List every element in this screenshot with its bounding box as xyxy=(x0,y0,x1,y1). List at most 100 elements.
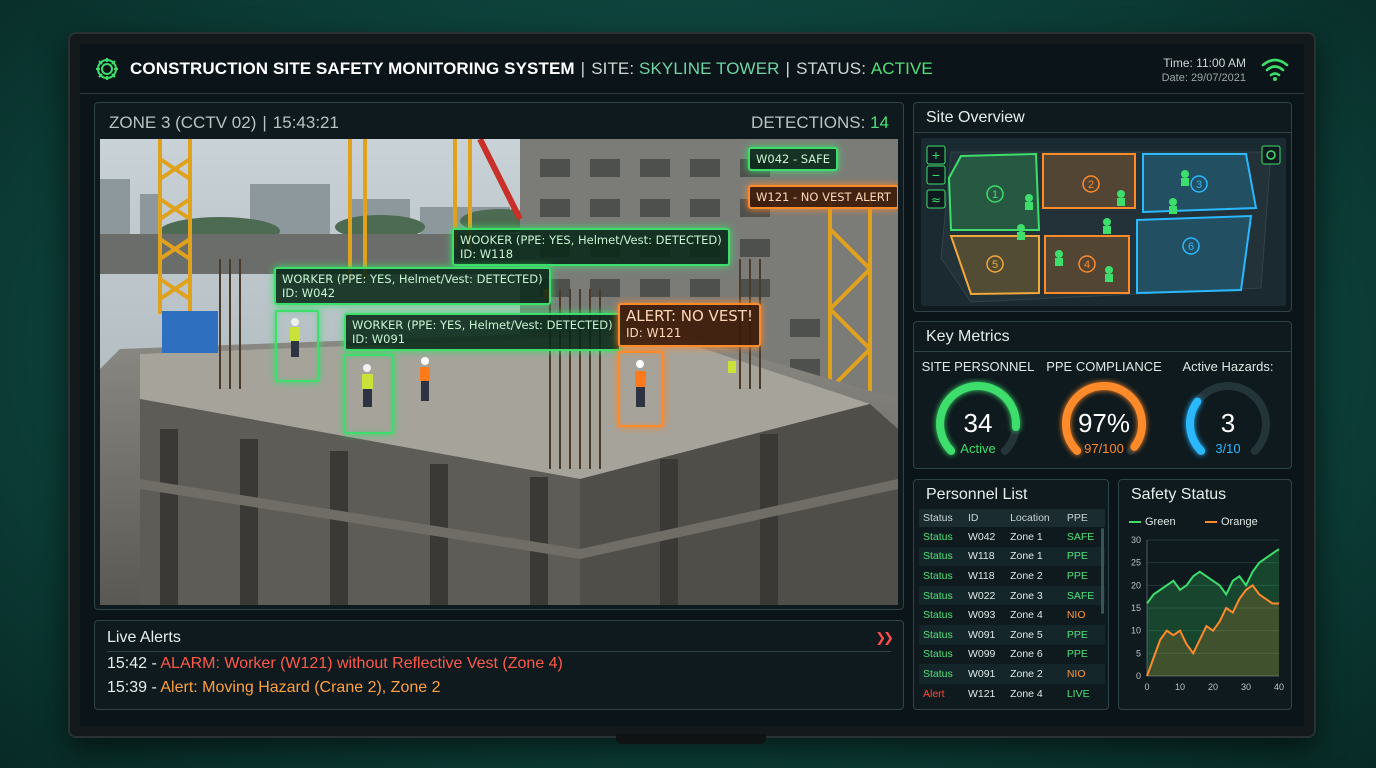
header-bar: CONSTRUCTION SITE SAFETY MONITORING SYST… xyxy=(80,44,1304,94)
y-tick-label: 15 xyxy=(1131,603,1141,613)
table-row[interactable]: Status W091 Zone 5 PPE xyxy=(919,624,1105,645)
table-cell: W099 xyxy=(967,648,996,661)
column-header[interactable]: Status xyxy=(919,509,964,527)
y-tick-label: 10 xyxy=(1131,626,1141,636)
table-cell: Status xyxy=(919,664,964,684)
cctv-feed[interactable]: W042 - SAFE W121 - NO VEST ALERT WOOKER … xyxy=(100,139,898,605)
detections-count: DETECTIONS: 14 xyxy=(751,113,889,133)
tag-w091[interactable]: WORKER (PPE: YES, Helmet/Vest: DETECTED)… xyxy=(344,313,621,351)
site-map[interactable]: 1 2 3 4 5 6 + − ≈ xyxy=(921,138,1286,306)
table-cell: Zone 2 xyxy=(1006,664,1063,684)
legend-orange: Orange xyxy=(1205,516,1258,528)
table-cell: W121 xyxy=(967,687,996,700)
x-tick-label: 40 xyxy=(1274,682,1284,692)
detection-box-w121[interactable] xyxy=(618,351,664,427)
table-cell: Zone 5 xyxy=(1006,624,1063,645)
x-tick-label: 30 xyxy=(1241,682,1251,692)
column-header[interactable]: PPE xyxy=(1062,509,1105,527)
tag-w042-safe[interactable]: W042 - SAFE xyxy=(748,147,839,171)
table-cell: W118 xyxy=(963,546,1007,567)
zone-6[interactable] xyxy=(1136,214,1253,295)
x-tick-label: 0 xyxy=(1144,682,1149,692)
hazards-label: Active Hazards: xyxy=(1182,359,1274,374)
tag-w118[interactable]: WOOKER (PPE: YES, Helmet/Vest: DETECTED)… xyxy=(452,228,730,266)
alert-text: ALARM: Worker (W121) without Reflective … xyxy=(160,655,563,672)
y-tick-label: 30 xyxy=(1131,535,1141,545)
detections-label: DETECTIONS: xyxy=(751,113,866,132)
table-cell: SAFE xyxy=(1066,530,1095,543)
detection-box-w091[interactable] xyxy=(344,354,394,434)
y-tick-label: 5 xyxy=(1136,648,1141,658)
table-row[interactable]: Status W022 Zone 3 SAFE xyxy=(919,585,1105,606)
clock-date: Date: 29/07/2021 xyxy=(1161,72,1246,84)
table-row[interactable]: Status W099 Zone 6 PPE xyxy=(919,645,1105,665)
table-cell: Status xyxy=(923,609,953,622)
personnel-list-title: Personnel List xyxy=(926,486,1028,503)
camera-zone: ZONE 3 (CCTV 02) xyxy=(109,113,257,132)
zone-5-label: 5 xyxy=(992,259,998,271)
table-cell: PPE xyxy=(1062,546,1105,567)
key-metrics-title: Key Metrics xyxy=(926,328,1010,345)
tag-w042-line1: WORKER (PPE: YES, Helmet/Vest: DETECTED) xyxy=(282,272,543,286)
ppe-sub: 97/100 xyxy=(1084,441,1124,456)
zone-1-label: 1 xyxy=(992,189,998,201)
site-overview-title: Site Overview xyxy=(926,109,1025,126)
table-cell: Alert xyxy=(923,687,945,700)
zone-2-label: 2 xyxy=(1088,179,1094,191)
table-row[interactable]: Status W093 Zone 4 NIO xyxy=(919,605,1105,625)
site-label: SITE: xyxy=(591,59,635,78)
scrollbar[interactable] xyxy=(1101,528,1104,614)
y-tick-label: 25 xyxy=(1131,558,1141,568)
gear-icon[interactable] xyxy=(94,56,120,82)
table-row[interactable]: Alert W121 Zone 4 LIVE xyxy=(919,684,1105,704)
legend-orange-label: Orange xyxy=(1221,516,1258,528)
zone-3-label: 3 xyxy=(1196,179,1202,191)
status-label: STATUS: xyxy=(796,59,867,78)
map-settings-button[interactable] xyxy=(1261,145,1281,165)
table-cell: Status xyxy=(919,546,964,567)
table-row[interactable]: Status W118 Zone 1 PPE xyxy=(919,546,1105,567)
alert-text: Alert: Moving Hazard (Crane 2), Zone 2 xyxy=(160,679,441,696)
alert-time: 15:42 - xyxy=(107,655,161,672)
live-alerts-title: Live Alerts xyxy=(107,629,181,646)
wifi-icon[interactable] xyxy=(1260,56,1290,82)
divider xyxy=(107,651,891,652)
personnel-label: SITE PERSONNEL xyxy=(921,359,1035,374)
table-cell: SAFE xyxy=(1062,585,1105,606)
table-cell: Zone 6 xyxy=(1010,648,1043,661)
safety-status-title: Safety Status xyxy=(1131,486,1227,503)
personnel-list-panel: Personnel List Status ID Location PPE St… xyxy=(913,479,1109,710)
chevron-right-icon[interactable]: ❯❯ xyxy=(875,630,894,646)
table-row[interactable]: Status W091 Zone 2 NIO xyxy=(919,664,1105,684)
table-row[interactable]: Status W042 Zone 1 SAFE xyxy=(919,527,1105,547)
table-row[interactable]: Status W118 Zone 2 PPE xyxy=(919,566,1105,586)
tag-w091-line2: ID: W091 xyxy=(352,332,406,346)
safety-status-panel: Safety Status Green Orange 0 5 10 15 20 25 30 0… xyxy=(1118,479,1292,710)
alert-item[interactable]: 15:42 - ALARM: Worker (W121) without Ref… xyxy=(107,655,563,673)
tag-w091-line1: WORKER (PPE: YES, Helmet/Vest: DETECTED) xyxy=(352,318,613,332)
table-cell: Zone 4 xyxy=(1010,687,1043,700)
hazards-value: 3 xyxy=(1220,408,1236,438)
site-overview-panel: Site Overview 1 2 3 4 5 6 + − ≈ xyxy=(913,102,1292,312)
table-cell: Zone 2 xyxy=(1010,569,1043,582)
tag-w042-line2: ID: W042 xyxy=(282,286,336,300)
table-cell: Status xyxy=(923,569,953,582)
divider xyxy=(914,132,1291,133)
detection-box-w042[interactable] xyxy=(275,310,319,382)
personnel-value: 34 xyxy=(963,408,993,438)
divider xyxy=(914,351,1291,352)
x-tick-label: 20 xyxy=(1208,682,1218,692)
table-cell: Status xyxy=(923,648,953,661)
tag-w042[interactable]: WORKER (PPE: YES, Helmet/Vest: DETECTED)… xyxy=(274,267,551,305)
tag-w118-line1: WOOKER (PPE: YES, Helmet/Vest: DETECTED) xyxy=(460,233,722,247)
table-cell: Status xyxy=(923,530,953,543)
dashboard-screen: CONSTRUCTION SITE SAFETY MONITORING SYST… xyxy=(80,44,1304,726)
detections-value: 14 xyxy=(870,113,889,132)
personnel-table: Status ID Location PPE Status W042 Zone 1S… xyxy=(919,509,1105,703)
column-header[interactable]: Location xyxy=(1006,509,1063,527)
alert-item[interactable]: 15:39 - Alert: Moving Hazard (Crane 2), … xyxy=(107,679,441,697)
legend-green-label: Green xyxy=(1145,516,1176,528)
tag-alert-w121[interactable]: ALERT: NO VEST! ID: W121 xyxy=(618,303,761,347)
column-header[interactable]: ID xyxy=(963,509,1007,527)
tag-w121-alert[interactable]: W121 - NO VEST ALERT xyxy=(748,185,898,209)
